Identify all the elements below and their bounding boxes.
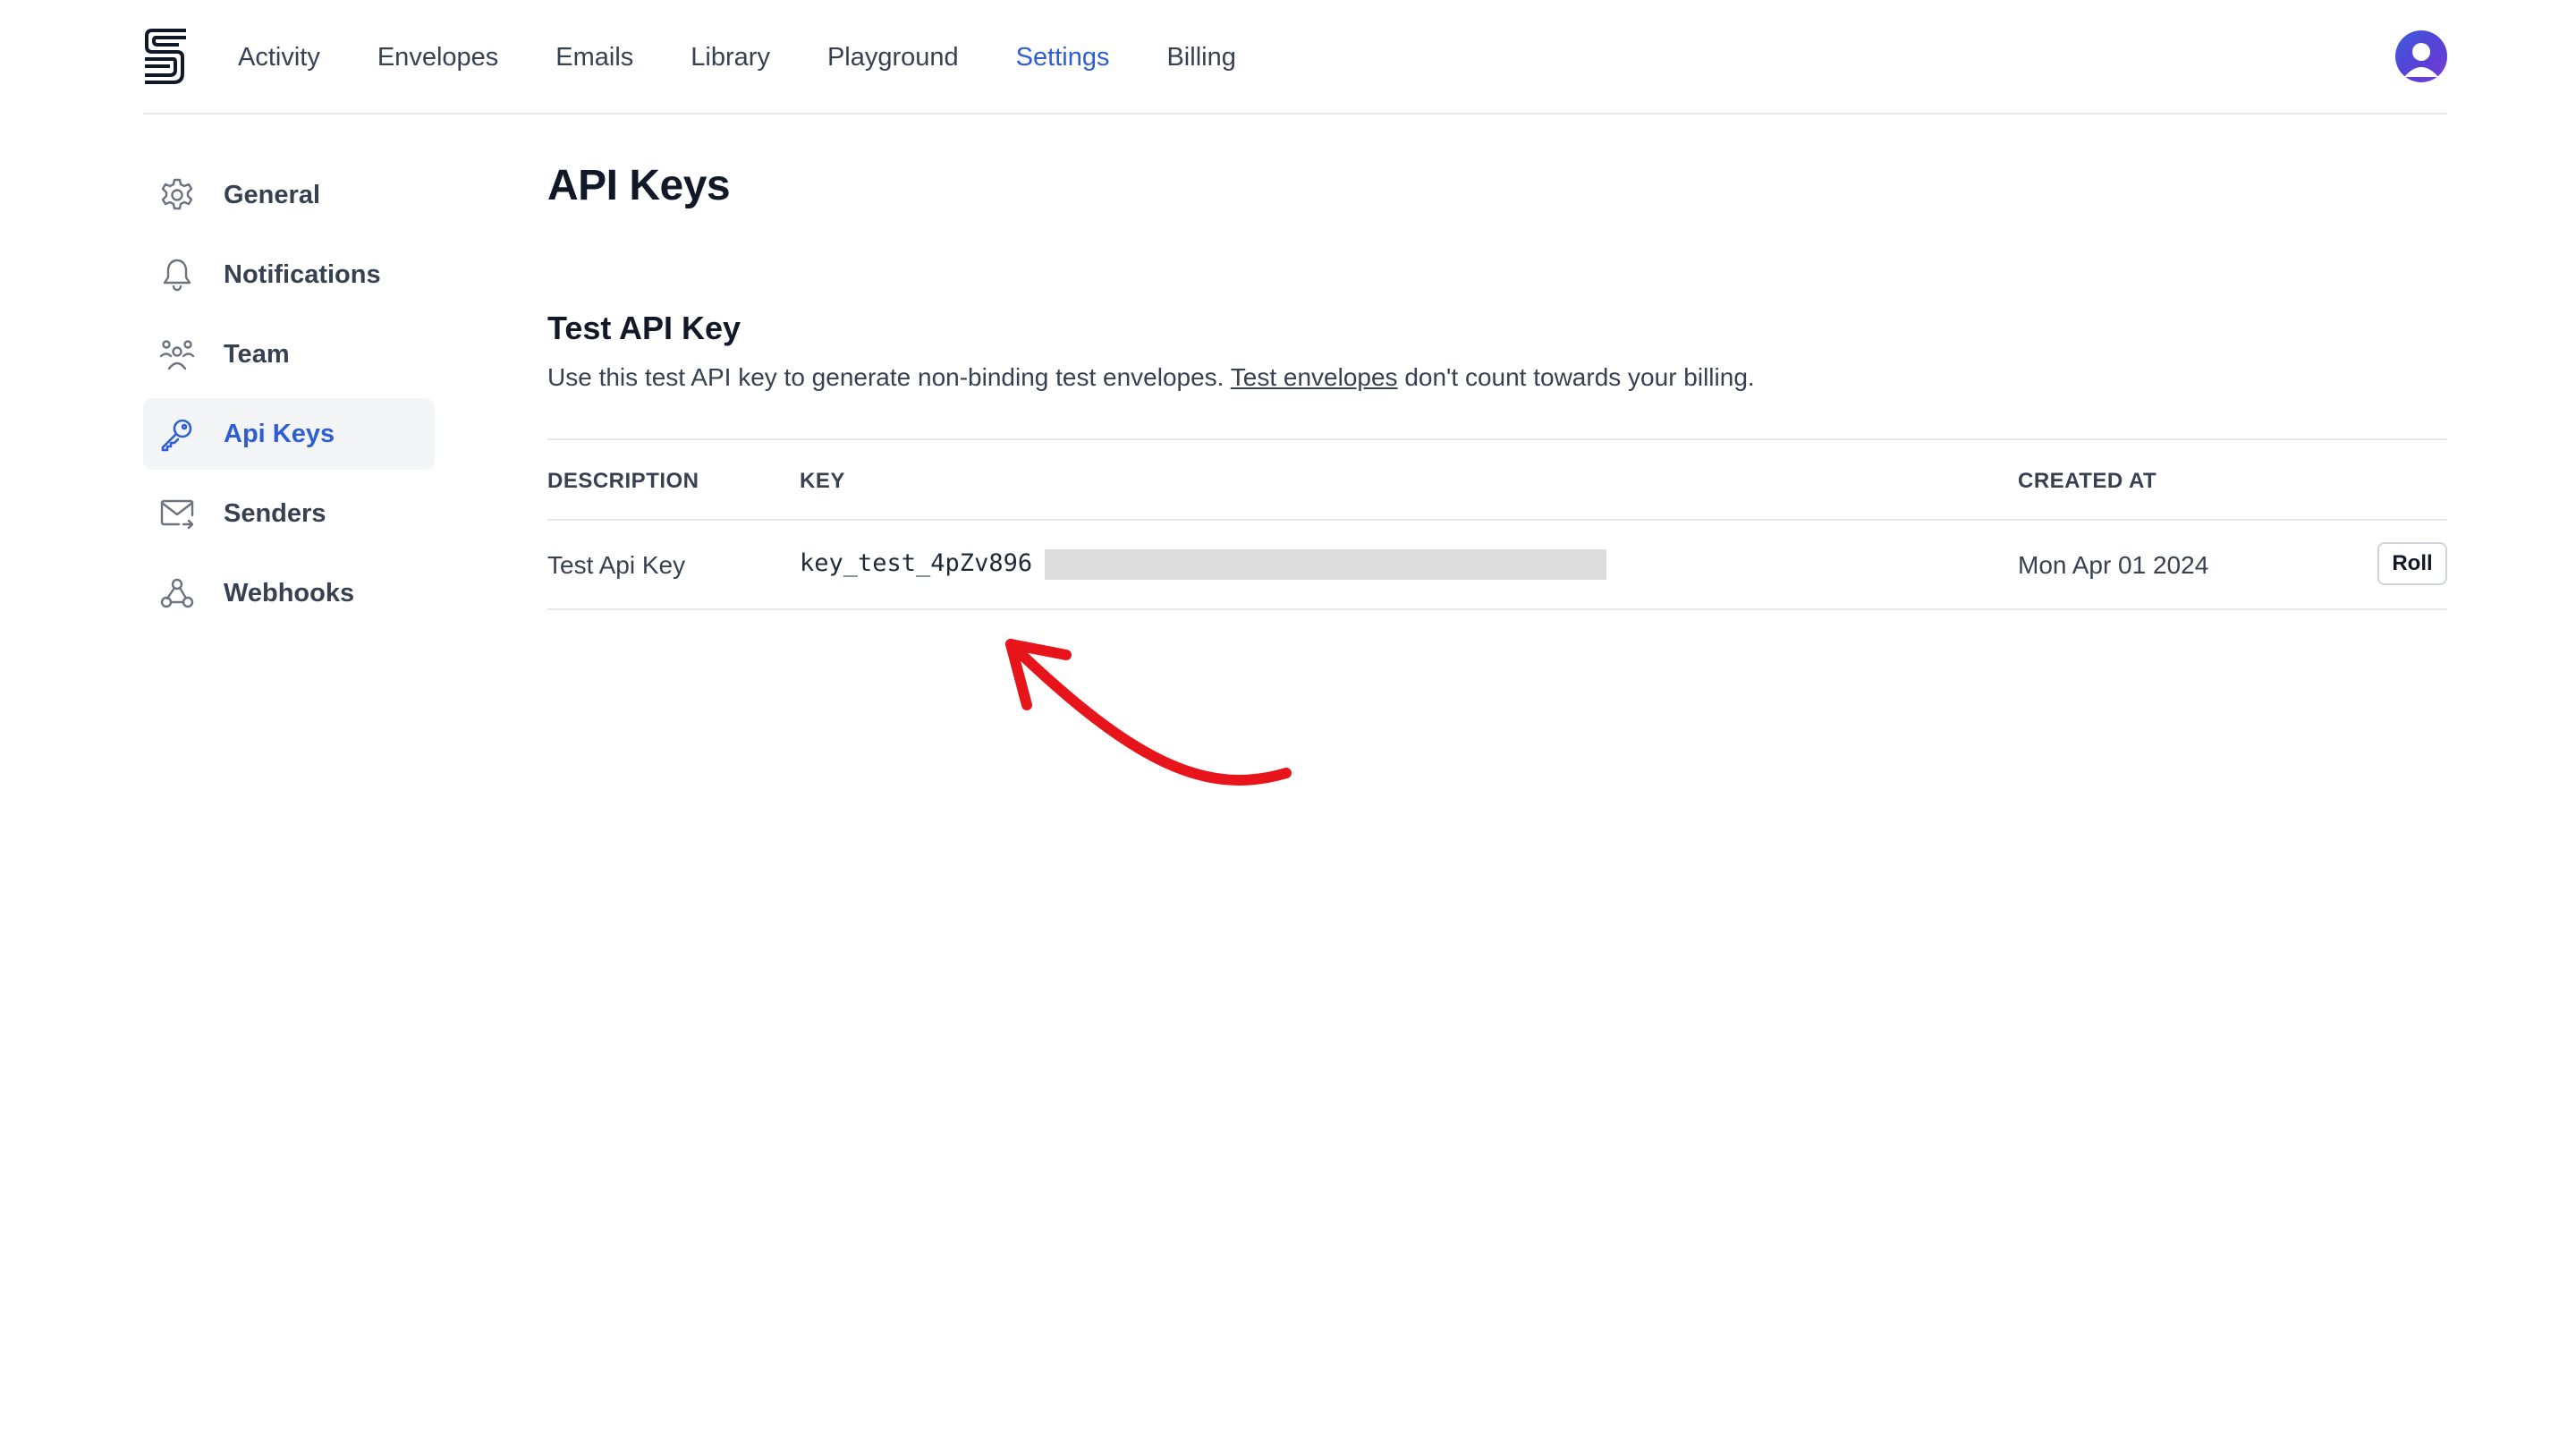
sidebar-item-api-keys[interactable]: Api Keys xyxy=(143,398,435,470)
column-header-key: KEY xyxy=(800,469,845,493)
column-header-description: DESCRIPTION xyxy=(547,469,699,493)
sidebar-item-label: Senders xyxy=(224,498,326,528)
s-logo-icon[interactable] xyxy=(143,27,186,86)
description-text: Use this test API key to generate non-bi… xyxy=(547,363,1231,391)
column-header-created-at: CREATED AT xyxy=(2018,469,2157,493)
table-row: Test Api Key key_test_4pZv896 Mon Apr 01… xyxy=(547,521,2447,610)
envelope-icon xyxy=(160,499,194,530)
sidebar-item-team[interactable]: Team xyxy=(143,319,435,390)
roll-key-button[interactable]: Roll xyxy=(2377,542,2447,585)
section-description: Use this test API key to generate non-bi… xyxy=(547,363,1755,392)
sidebar-item-webhooks[interactable]: Webhooks xyxy=(143,557,435,629)
key-created-at: Mon Apr 01 2024 xyxy=(2018,551,2209,579)
nav-playground[interactable]: Playground xyxy=(827,43,959,72)
key-icon xyxy=(161,419,192,452)
nav-settings[interactable]: Settings xyxy=(1016,43,1110,72)
webhook-icon xyxy=(160,578,194,608)
sidebar-item-label: Webhooks xyxy=(224,578,355,608)
nav-billing[interactable]: Billing xyxy=(1166,43,1235,72)
nav-emails[interactable]: Emails xyxy=(555,43,633,72)
nav-library[interactable]: Library xyxy=(691,43,770,72)
sidebar-item-general[interactable]: General xyxy=(143,159,435,231)
bell-icon xyxy=(163,259,191,292)
sidebar-item-label: Team xyxy=(224,339,290,369)
key-description: Test Api Key xyxy=(547,551,686,579)
settings-sidebar: General Notifications Team Api Keys Send… xyxy=(143,159,435,637)
table-header: DESCRIPTION KEY CREATED AT xyxy=(547,438,2447,521)
nav-envelopes[interactable]: Envelopes xyxy=(377,43,498,72)
team-icon xyxy=(159,340,195,370)
sidebar-item-senders[interactable]: Senders xyxy=(143,478,435,549)
api-key-value[interactable]: key_test_4pZv896 xyxy=(800,549,1032,577)
section-title: Test API Key xyxy=(547,310,741,346)
api-keys-table: DESCRIPTION KEY CREATED AT Test Api Key … xyxy=(547,438,2447,610)
test-envelopes-link[interactable]: Test envelopes xyxy=(1231,363,1398,391)
sidebar-item-label: Api Keys xyxy=(224,419,335,448)
sidebar-item-label: General xyxy=(224,180,320,209)
description-text-end: don't count towards your billing. xyxy=(1397,363,1755,391)
main-nav: Activity Envelopes Emails Library Playgr… xyxy=(238,0,1293,115)
top-navigation: Activity Envelopes Emails Library Playgr… xyxy=(143,0,2447,115)
gear-icon xyxy=(161,178,193,210)
page-title: API Keys xyxy=(547,162,731,209)
sidebar-item-notifications[interactable]: Notifications xyxy=(143,239,435,310)
user-avatar-icon[interactable] xyxy=(2395,30,2447,82)
annotation-arrow-icon xyxy=(1005,639,1292,786)
nav-activity[interactable]: Activity xyxy=(238,43,320,72)
sidebar-item-label: Notifications xyxy=(224,259,381,289)
redacted-key-segment xyxy=(1045,549,1606,580)
